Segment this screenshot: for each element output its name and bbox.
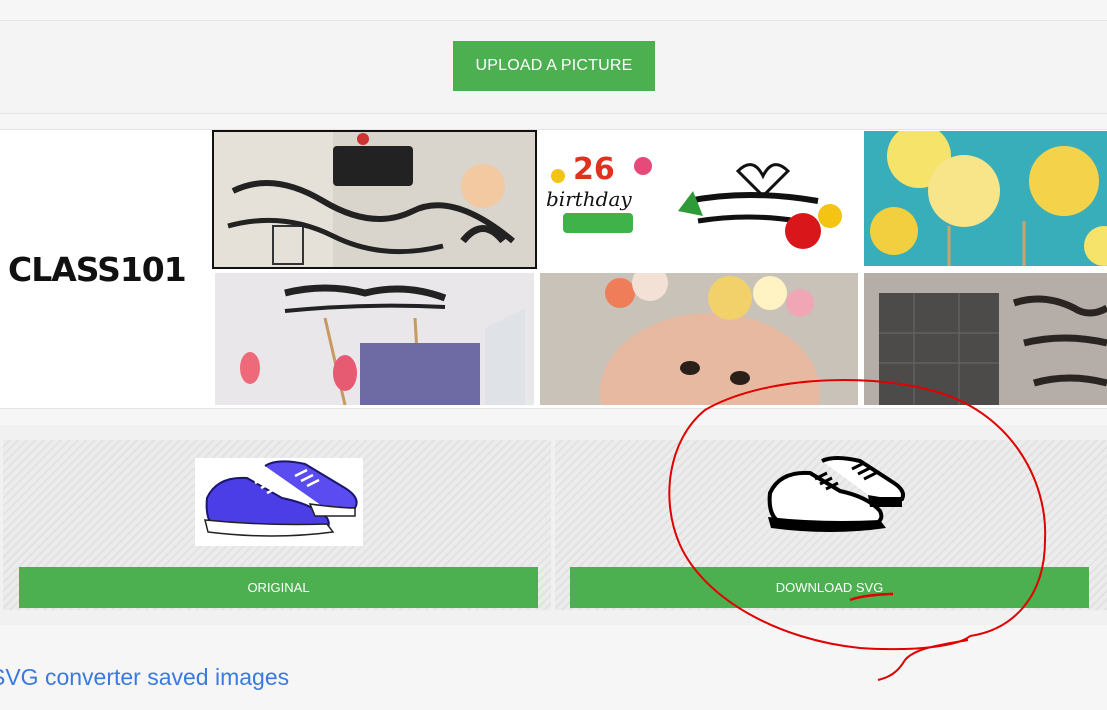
- thumbnail-birthday-toppers[interactable]: 26 birthday: [538, 131, 860, 266]
- upload-picture-button[interactable]: UPLOAD A PICTURE: [453, 41, 655, 91]
- thumbnail-paper-cut-toppers[interactable]: [212, 130, 537, 269]
- paper-flowers-image: [864, 131, 1107, 266]
- thumbnail-paper-cut-lettering[interactable]: [864, 273, 1107, 405]
- download-svg-button[interactable]: DOWNLOAD SVG: [570, 567, 1089, 608]
- paper-cut-toppers-image: [213, 131, 536, 268]
- class101-logo[interactable]: CLASS101: [8, 250, 187, 289]
- svg-text:birthday: birthday: [546, 187, 632, 211]
- original-image: [195, 458, 363, 546]
- blue-sneakers-icon: [204, 460, 358, 537]
- birthday-toppers-image: 26 birthday: [538, 131, 860, 266]
- thumbnail-marry-me-topper[interactable]: [215, 273, 534, 405]
- svg-converter-saved-images-link[interactable]: SVG converter saved images: [0, 664, 289, 691]
- top-band: [0, 0, 1107, 20]
- sneakers-outline-icon: [767, 456, 905, 532]
- marry-me-topper-image: [215, 273, 534, 405]
- svg-preview-image: [760, 455, 905, 547]
- original-button[interactable]: ORIGINAL: [19, 567, 538, 608]
- thumbnail-paper-flowers[interactable]: [864, 131, 1107, 266]
- paper-cut-lettering-image: [864, 273, 1107, 405]
- baby-flower-crown-image: [540, 273, 858, 405]
- svg-text:26: 26: [573, 152, 615, 187]
- thumbnail-baby-flower-crown[interactable]: [540, 273, 858, 405]
